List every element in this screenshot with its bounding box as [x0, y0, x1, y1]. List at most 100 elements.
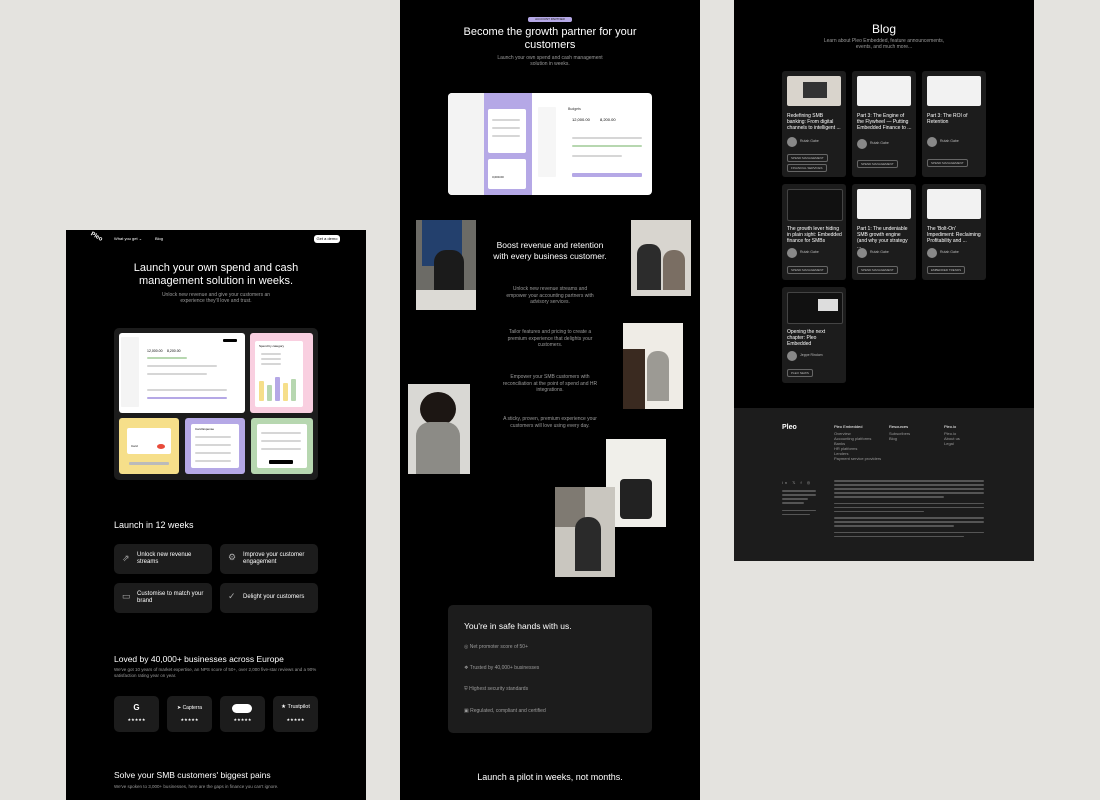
safe-item: ⛨ Highest security standards — [464, 686, 529, 692]
partner-page-panel: ACCOUNT PARTNER Become the growth partne… — [400, 0, 700, 800]
tag-chip[interactable]: FINANCIAL SERVICES — [787, 164, 827, 172]
boost-item-2: Tailor features and pricing to create a … — [507, 329, 593, 348]
safe-item: ◎ Net promoter score of 50+ — [464, 644, 528, 650]
review-stars: ★★★★★ — [127, 717, 146, 722]
author-avatar — [857, 248, 867, 258]
author-name: Jeppe Rindom — [800, 353, 823, 357]
review-third[interactable]: ★★★★★ — [220, 696, 265, 732]
blog-card[interactable]: Redefining SMB banking: From digital cha… — [782, 71, 846, 177]
review-capterra[interactable]: ➤ Capterra ★★★★★ — [167, 696, 212, 732]
pleo-logo[interactable]: Pleo — [89, 231, 103, 243]
safe-item: ❖ Trusted by 40,000+ businesses — [464, 665, 540, 671]
author-name: Rutah Gabe — [940, 139, 959, 143]
blog-card-title: Redefining SMB banking: From digital cha… — [787, 113, 841, 131]
footer-col-embedded: Pleo Embedded Overview Accounting platfo… — [834, 424, 881, 461]
partner-subtitle: Launch your own spend and cash managemen… — [497, 55, 603, 67]
feature-label: Customise to match your brand — [137, 591, 204, 604]
feature-label: Unlock new revenue streams — [137, 552, 192, 565]
blog-card[interactable]: The 'Bolt-On' Impediment: Reclaiming Pro… — [922, 184, 986, 280]
blog-thumbnail — [787, 76, 841, 106]
blog-card-title: The growth lever hiding in plain sight: … — [787, 226, 842, 244]
mock-budgets-label: Budgets — [568, 107, 581, 111]
blog-subtitle: Learn about Pleo Embedded, feature annou… — [823, 38, 945, 50]
review-g2[interactable]: G ★★★★★ — [114, 696, 159, 732]
author-name: Rutah Gabe — [800, 139, 819, 143]
social-icons[interactable]: in 𝕏 f ◎ — [782, 480, 812, 485]
blog-card[interactable]: The growth lever hiding in plain sight: … — [782, 184, 846, 280]
card-icon: ▭ — [122, 591, 131, 601]
footer-col-resources: Resources Subscribers Blog — [889, 424, 910, 441]
blog-card-title: The 'Bolt-On' Impediment: Reclaiming Pro… — [927, 226, 981, 244]
card-expense-mock: Card Expense — [185, 418, 245, 474]
footer: Pleo Pleo Embedded Overview Accounting p… — [734, 408, 1034, 561]
product-showcase: Budgets 12,000.00 8,200.00 Spend by cate… — [114, 328, 318, 480]
author-name: Rutah Gabe — [940, 250, 959, 254]
tag-chip[interactable]: SPEND MANAGEMENT — [857, 266, 898, 274]
spend-category-mock: Spend by category — [250, 333, 313, 413]
footer-link[interactable]: Payment service providers — [834, 456, 881, 461]
pilot-heading: Launch a pilot in weeks, not months. — [477, 772, 623, 782]
blog-card[interactable]: Opening the next chapter: Pleo Embedded … — [782, 287, 846, 383]
footer-link[interactable]: Legal — [944, 441, 960, 446]
mock-value-2: 8,200.00 — [167, 349, 181, 353]
blog-thumbnail — [857, 189, 911, 219]
man-desk-photo — [555, 487, 615, 577]
woman-laptop-photo — [623, 323, 683, 409]
footer-logo[interactable]: Pleo — [782, 424, 797, 431]
footer-legal-text — [834, 480, 984, 540]
nav-blog[interactable]: Blog — [155, 236, 163, 241]
blog-title: Blog — [871, 22, 897, 36]
footer-address-lines — [782, 490, 816, 518]
author-avatar — [787, 248, 797, 258]
mock-category-label: Spend by category — [259, 344, 285, 348]
author-avatar — [927, 248, 937, 258]
tag-chip[interactable]: PLEO NEWS — [787, 369, 813, 377]
blog-card[interactable]: Part 3: The Engine of the Flywheel — Put… — [852, 71, 916, 177]
author-avatar — [927, 137, 937, 147]
trustpilot-logo: ★ Trustpilot — [281, 704, 310, 710]
office-photo-man — [416, 220, 476, 310]
blog-thumbnail — [787, 189, 843, 221]
hero-subtitle: Unlock new revenue and give your custome… — [161, 292, 271, 304]
feature-card-revenue: ⇗ Unlock new revenue streams — [114, 544, 212, 574]
partner-title: Become the growth partner for your custo… — [463, 26, 637, 51]
capterra-logo: ➤ Capterra — [176, 705, 203, 711]
approvals-mock — [251, 418, 313, 474]
feature-label: Delight your customers — [243, 594, 305, 600]
tag-chip[interactable]: EMBEDDED TRENDS — [927, 266, 966, 274]
blog-card[interactable]: Part 1: The undeniable SMB growth engine… — [852, 184, 916, 280]
footer-col-title: Resources — [889, 424, 909, 429]
woman-smiling-photo — [408, 384, 470, 474]
safe-heading: You're in safe hands with us. — [464, 621, 572, 631]
blog-card-title: Part 1: The undeniable SMB growth engine… — [857, 226, 908, 250]
author-name: Rutah Gabe — [870, 141, 889, 145]
feature-label: Improve your customer engagement — [243, 552, 305, 565]
pains-subtitle: We've spoken to 3,000+ businesses, here … — [114, 784, 279, 789]
blog-thumbnail — [787, 292, 843, 324]
engagement-icon: ⚙ — [228, 552, 237, 562]
blog-thumbnail — [927, 76, 981, 106]
review-stars: ★★★★★ — [286, 717, 305, 722]
nav-what-you-get[interactable]: What you get ⌄ — [114, 236, 142, 241]
feature-card-engagement: ⚙ Improve your customer engagement — [220, 544, 318, 574]
boost-item-4: A sticky, proven, premium experience you… — [503, 416, 597, 429]
landing-page-panel: Pleo What you get ⌄ Blog Get a demo Laun… — [66, 230, 366, 800]
review-trustpilot[interactable]: ★ Trustpilot ★★★★★ — [273, 696, 318, 732]
tag-chip[interactable]: SPEND MANAGEMENT — [787, 266, 828, 274]
tag-chip[interactable]: SPEND MANAGEMENT — [787, 154, 828, 162]
get-demo-button[interactable]: Get a demo — [314, 235, 340, 243]
trusted-icon: ❖ — [464, 665, 469, 671]
tag-chip[interactable]: SPEND MANAGEMENT — [857, 160, 898, 168]
footer-link[interactable]: Blog — [889, 436, 910, 441]
blog-thumbnail — [857, 76, 911, 106]
regulated-icon: ▣ — [464, 708, 469, 714]
card-mock: Card — [119, 418, 179, 474]
author-avatar — [787, 137, 797, 147]
footer-col-title: Pleo.io — [944, 424, 957, 429]
blog-card[interactable]: Part 3: The ROI of Retention Rutah Gabe … — [922, 71, 986, 177]
boost-item-3: Empower your SMB customers with reconcil… — [502, 374, 598, 393]
tag-chip[interactable]: SPEND MANAGEMENT — [927, 159, 968, 167]
mock-value-2: 8,200.00 — [600, 117, 616, 122]
hero-title: Launch your own spend and cash managemen… — [133, 262, 299, 287]
product-mock: 3,000.00 Budgets 12,000.00 8,200.00 — [448, 93, 652, 195]
